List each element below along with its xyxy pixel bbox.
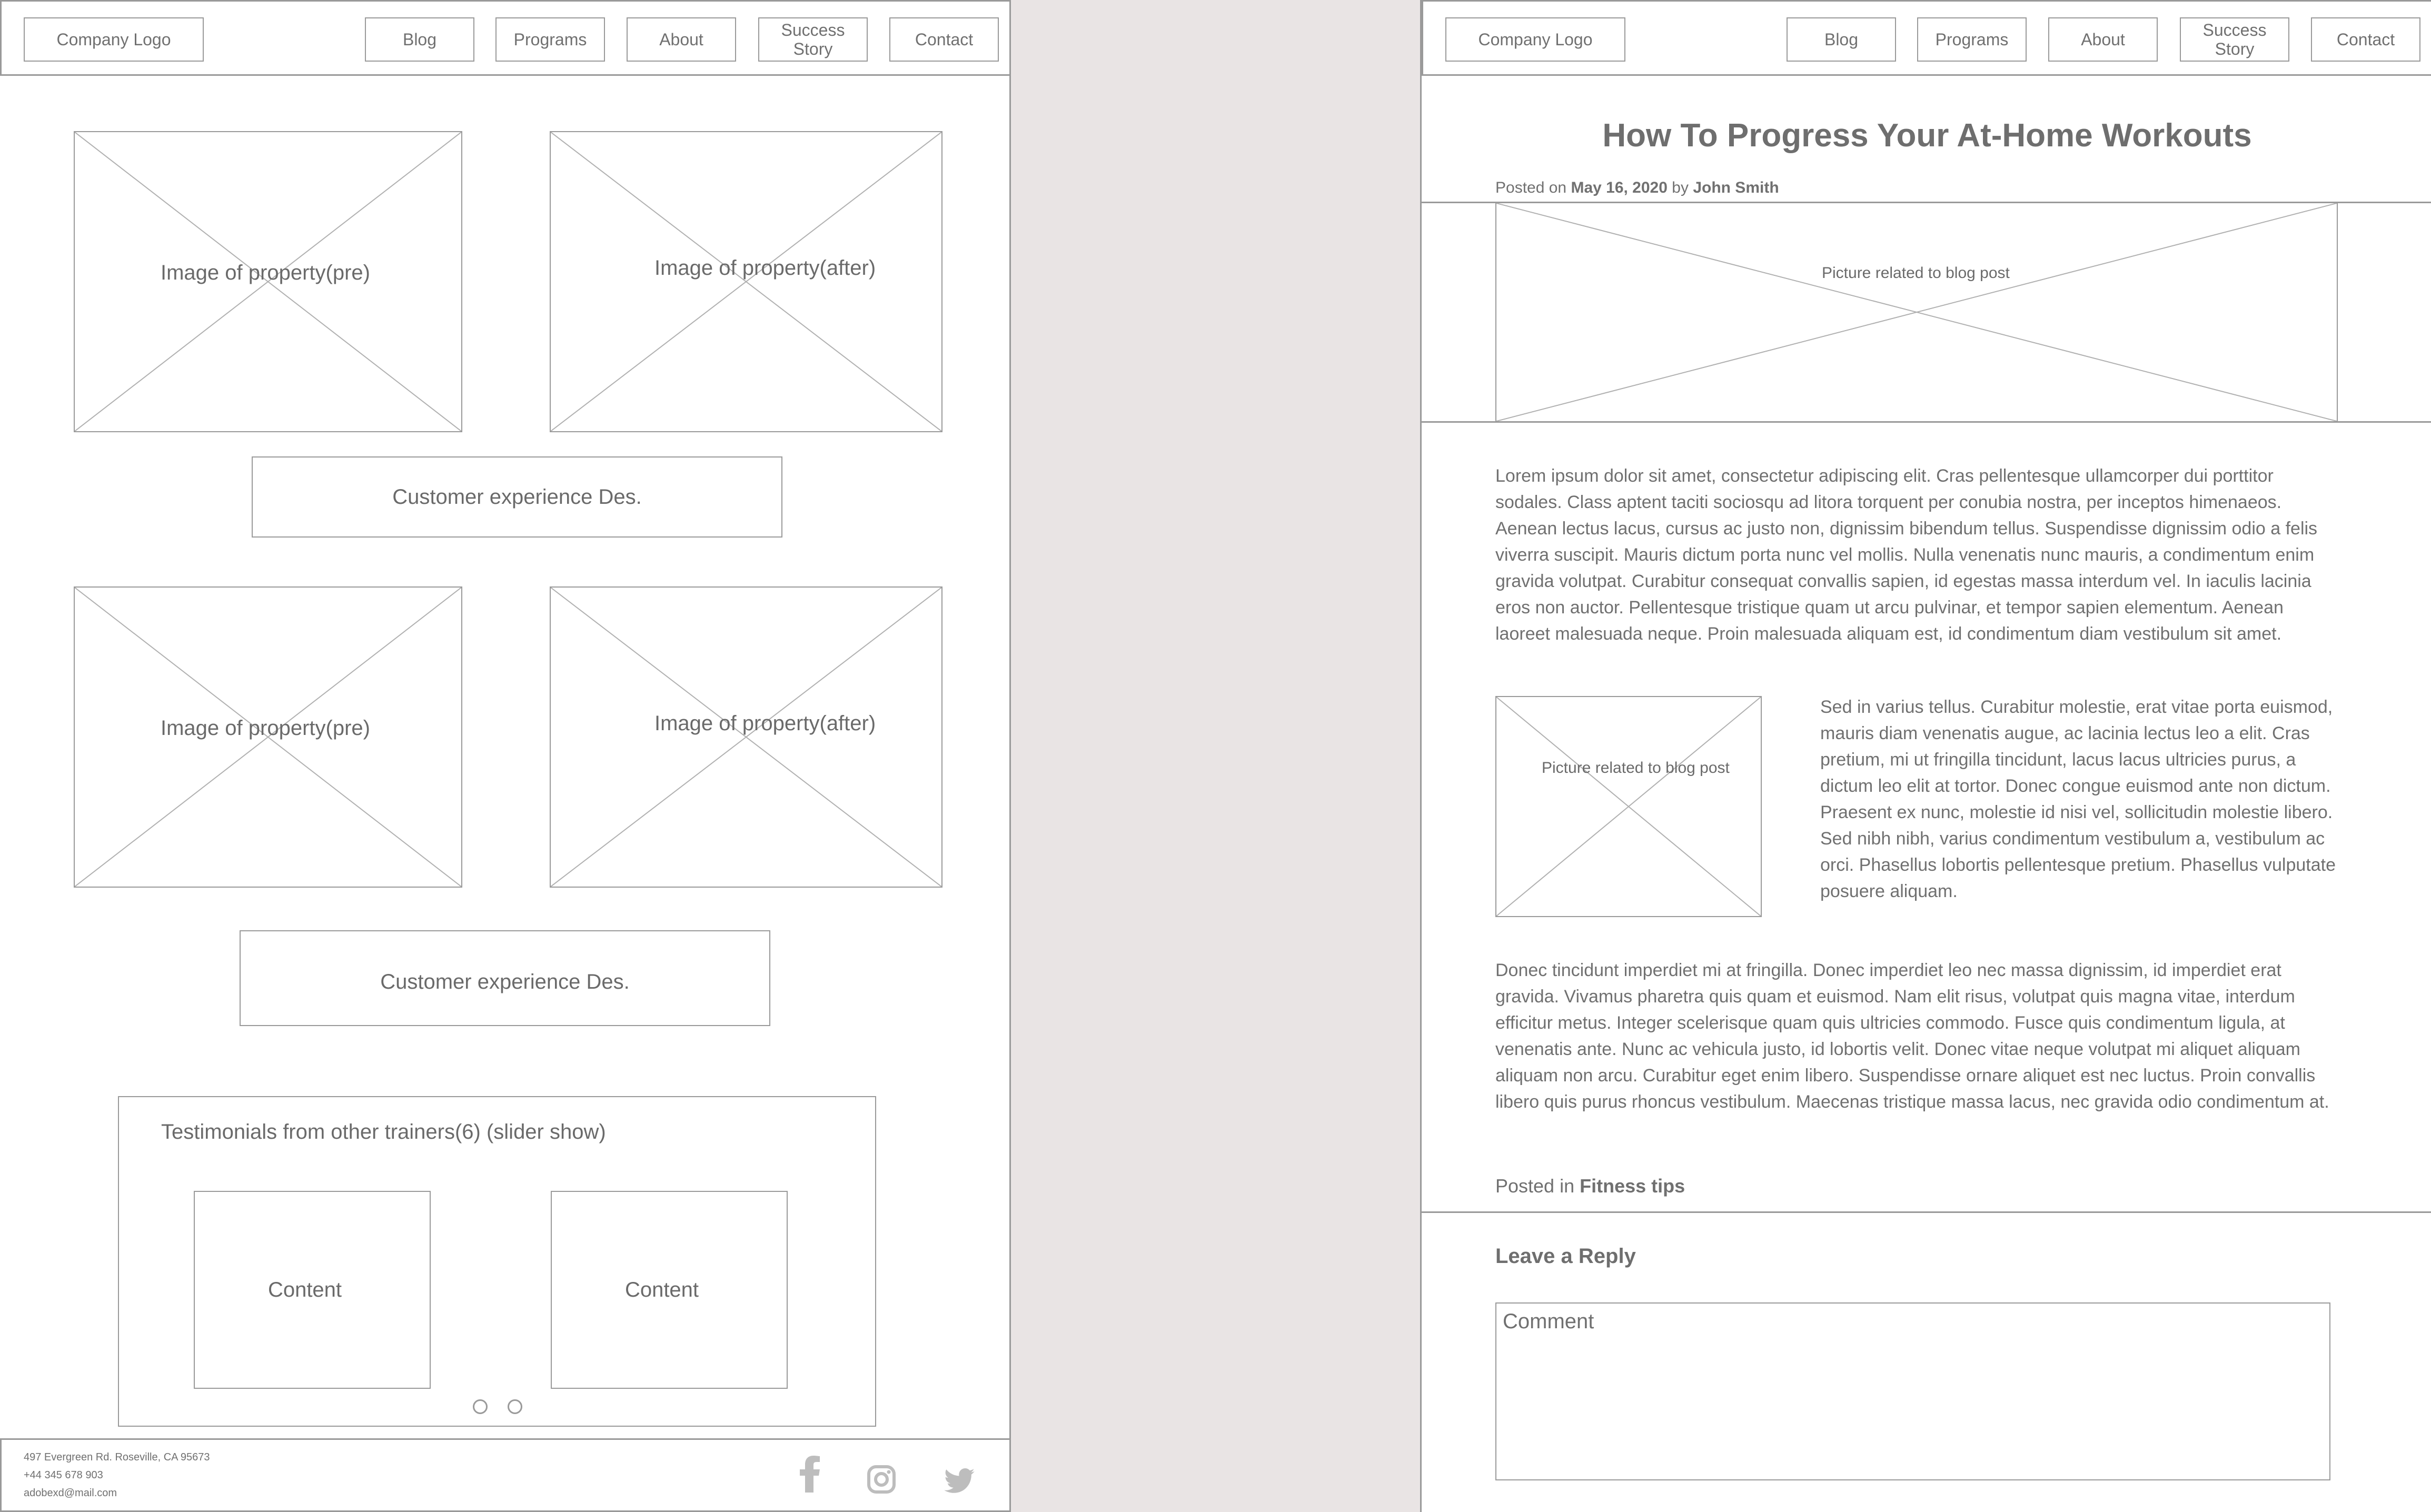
slider-dot[interactable]	[508, 1399, 522, 1414]
company-logo[interactable]: Company Logo	[1445, 17, 1625, 62]
category-link[interactable]: Fitness tips	[1580, 1175, 1685, 1197]
slider-dot[interactable]	[473, 1399, 488, 1414]
blog-post-page: Company Logo Blog Programs About Success…	[1420, 0, 2431, 1512]
post-title: How To Progress Your At-Home Workouts	[1602, 117, 2252, 154]
reply-heading: Leave a Reply	[1495, 1245, 1636, 1268]
footer-phone: +44 345 678 903	[24, 1469, 103, 1481]
post-meta: Posted on May 16, 2020 by John Smith	[1495, 179, 1779, 197]
instagram-icon[interactable]	[867, 1465, 896, 1494]
canvas-gutter	[1011, 0, 1421, 1512]
nav-programs-button[interactable]: Programs	[495, 17, 605, 62]
posted-on-label: Posted on	[1495, 179, 1567, 196]
top-navigation: Company Logo Blog Programs About Success…	[0, 0, 1011, 76]
facebook-icon[interactable]	[800, 1456, 821, 1493]
post-category: Posted in Fitness tips	[1495, 1175, 1685, 1197]
post-paragraph: Lorem ipsum dolor sit amet, consectetur …	[1495, 466, 2318, 644]
testimonials-slider: Testimonials from other trainers(6) (sli…	[118, 1096, 876, 1427]
hero-image: Picture related to blog post	[1495, 202, 2338, 422]
comment-placeholder: Comment	[1503, 1310, 1594, 1333]
by-label: by	[1672, 179, 1689, 196]
testimonial-card[interactable]: Content	[551, 1191, 788, 1389]
nav-programs-button[interactable]: Programs	[1917, 17, 2027, 62]
customer-experience-description: Customer experience Des.	[240, 930, 770, 1026]
nav-success-story-button[interactable]: Success Story	[758, 17, 868, 62]
post-date: May 16, 2020	[1571, 179, 1668, 196]
nav-success-story-button[interactable]: Success Story	[2180, 17, 2289, 62]
divider	[1422, 1211, 2431, 1213]
twitter-icon[interactable]	[944, 1468, 975, 1494]
customer-experience-description: Customer experience Des.	[252, 456, 782, 538]
post-author[interactable]: John Smith	[1693, 179, 1779, 196]
image-label: Image of property(after)	[654, 256, 876, 280]
nav-contact-button[interactable]: Contact	[889, 17, 999, 62]
footer: 497 Evergreen Rd. Roseville, CA 95673 +4…	[0, 1438, 1011, 1512]
nav-contact-button[interactable]: Contact	[2311, 17, 2420, 62]
company-logo[interactable]: Company Logo	[24, 17, 204, 62]
property-image-pre: Image of property(pre)	[74, 586, 462, 888]
top-navigation: Company Logo Blog Programs About Success…	[1422, 0, 2431, 76]
success-story-page: Company Logo Blog Programs About Success…	[0, 0, 1011, 1512]
nav-blog-button[interactable]: Blog	[365, 17, 474, 62]
post-paragraph: Donec tincidunt imperdiet mi at fringill…	[1495, 960, 2329, 1112]
image-label: Image of property(pre)	[161, 261, 370, 284]
posted-in-label: Posted in	[1495, 1175, 1575, 1197]
testimonials-title: Testimonials from other trainers(6) (sli…	[161, 1120, 606, 1143]
image-label: Image of property(pre)	[161, 717, 370, 740]
image-label: Picture related to blog post	[1542, 759, 1730, 777]
footer-address: 497 Evergreen Rd. Roseville, CA 95673	[24, 1451, 210, 1463]
property-image-pre: Image of property(pre)	[74, 131, 462, 432]
testimonial-card[interactable]: Content	[194, 1191, 431, 1389]
inline-image: Picture related to blog post	[1495, 696, 1762, 917]
post-paragraph: Sed in varius tellus. Curabitur molestie…	[1820, 697, 2336, 901]
property-image-after: Image of property(after)	[550, 586, 942, 888]
image-label: Image of property(after)	[654, 712, 876, 735]
comment-field[interactable]: Comment	[1495, 1302, 2330, 1480]
property-image-after: Image of property(after)	[550, 131, 942, 432]
nav-blog-button[interactable]: Blog	[1787, 17, 1896, 62]
nav-about-button[interactable]: About	[627, 17, 736, 62]
nav-about-button[interactable]: About	[2048, 17, 2158, 62]
footer-email[interactable]: adobexd@mail.com	[24, 1487, 117, 1499]
image-label: Picture related to blog post	[1822, 264, 2010, 282]
divider	[1422, 421, 2431, 423]
